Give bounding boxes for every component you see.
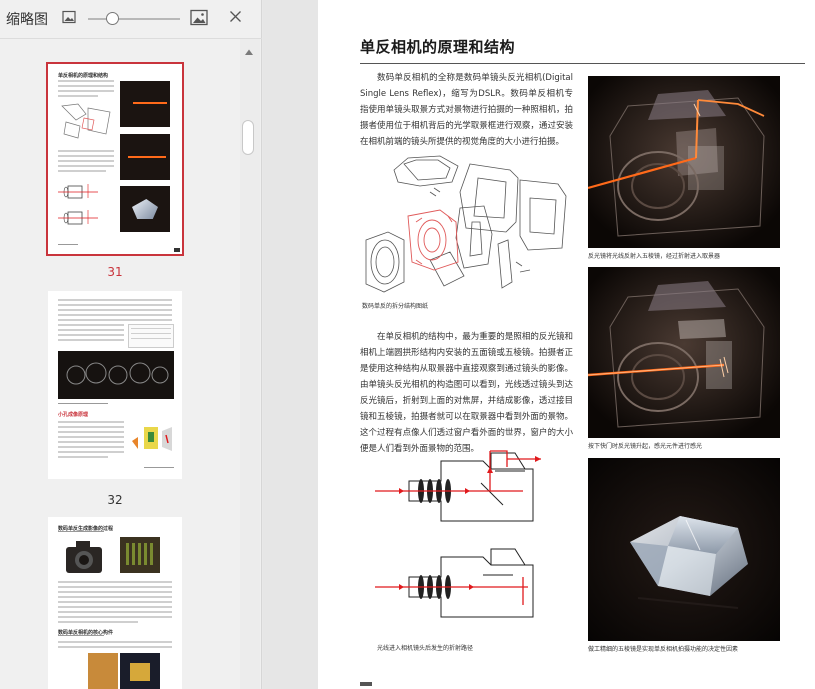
scroll-up-arrow-icon[interactable] [244,48,254,56]
page-thumbnail-32[interactable]: 小孔成像原理 [48,291,182,479]
sidebar-scroll-thumb[interactable] [242,120,254,155]
document-viewer[interactable]: 单反相机的原理和结构 数码单反相机的全称是数码单镜头反光相机(Digital S… [263,0,815,689]
sidebar-title: 缩略图 [6,12,48,28]
body-paragraph-2: 在单反相机的结构中，最为重要的是照相的反光镜和相机上端圆拱形结构内安装的五面镜或… [360,332,573,454]
thumbnail-heading: 单反相机的原理和结构 [58,73,109,79]
thumbnail-heading: 小孔成像原理 [58,412,89,418]
page-number-label: 31 [107,265,123,279]
caption-photo-1: 反光镜将光线反射入五棱镜，经过折射进入取景器 [588,253,721,260]
thumbnail-sidebar: 缩略图 单反相机的原理和结构 31 小孔成像原理 32 数码单反生成影像的过程 … [0,0,262,689]
caption-photo-3: 做工精细的五棱镜是实现单反相机拍摄功能的决定性因素 [588,646,739,653]
thumbnail-list: 单反相机的原理和结构 31 小孔成像原理 32 数码单反生成影像的过程 数码单反… [0,39,240,689]
caption-photo-2: 按下快门时反光镜升起，感光元件进行感光 [588,443,703,450]
body-paragraph-1: 数码单反相机的全称是数码单镜头反光相机(Digital Single Lens … [360,73,573,147]
document-page: 单反相机的原理和结构 数码单反相机的全称是数码单镜头反光相机(Digital S… [318,0,815,689]
exploded-structure-diagram [365,155,567,293]
section-title: 单反相机的原理和结构 [360,38,516,56]
page-footer-mark [360,682,372,686]
zoom-in-image-icon[interactable] [190,9,208,26]
caption-exploded-diagram: 数码单反的拆分结构图纸 [362,303,429,310]
title-rule [360,63,805,64]
zoom-slider-track[interactable] [88,18,180,20]
zoom-slider-handle[interactable] [106,12,119,25]
page-thumbnail-33[interactable]: 数码单反生成影像的过程 数码单反相机的核心构件 [48,517,182,689]
page-thumbnail-31[interactable]: 单反相机的原理和结构 [46,62,184,256]
caption-optical-path: 光线进入相机镜头后发生的折射路径 [377,645,474,652]
page-number-label: 32 [107,493,123,507]
photo-pentaprism [588,458,780,641]
photo-mirror-reflection [587,76,780,248]
optical-path-diagram [375,450,541,618]
zoom-out-image-icon[interactable] [62,10,76,24]
photo-shutter-exposure [587,267,780,438]
close-icon[interactable] [229,10,242,23]
sidebar-header: 缩略图 [0,0,262,38]
